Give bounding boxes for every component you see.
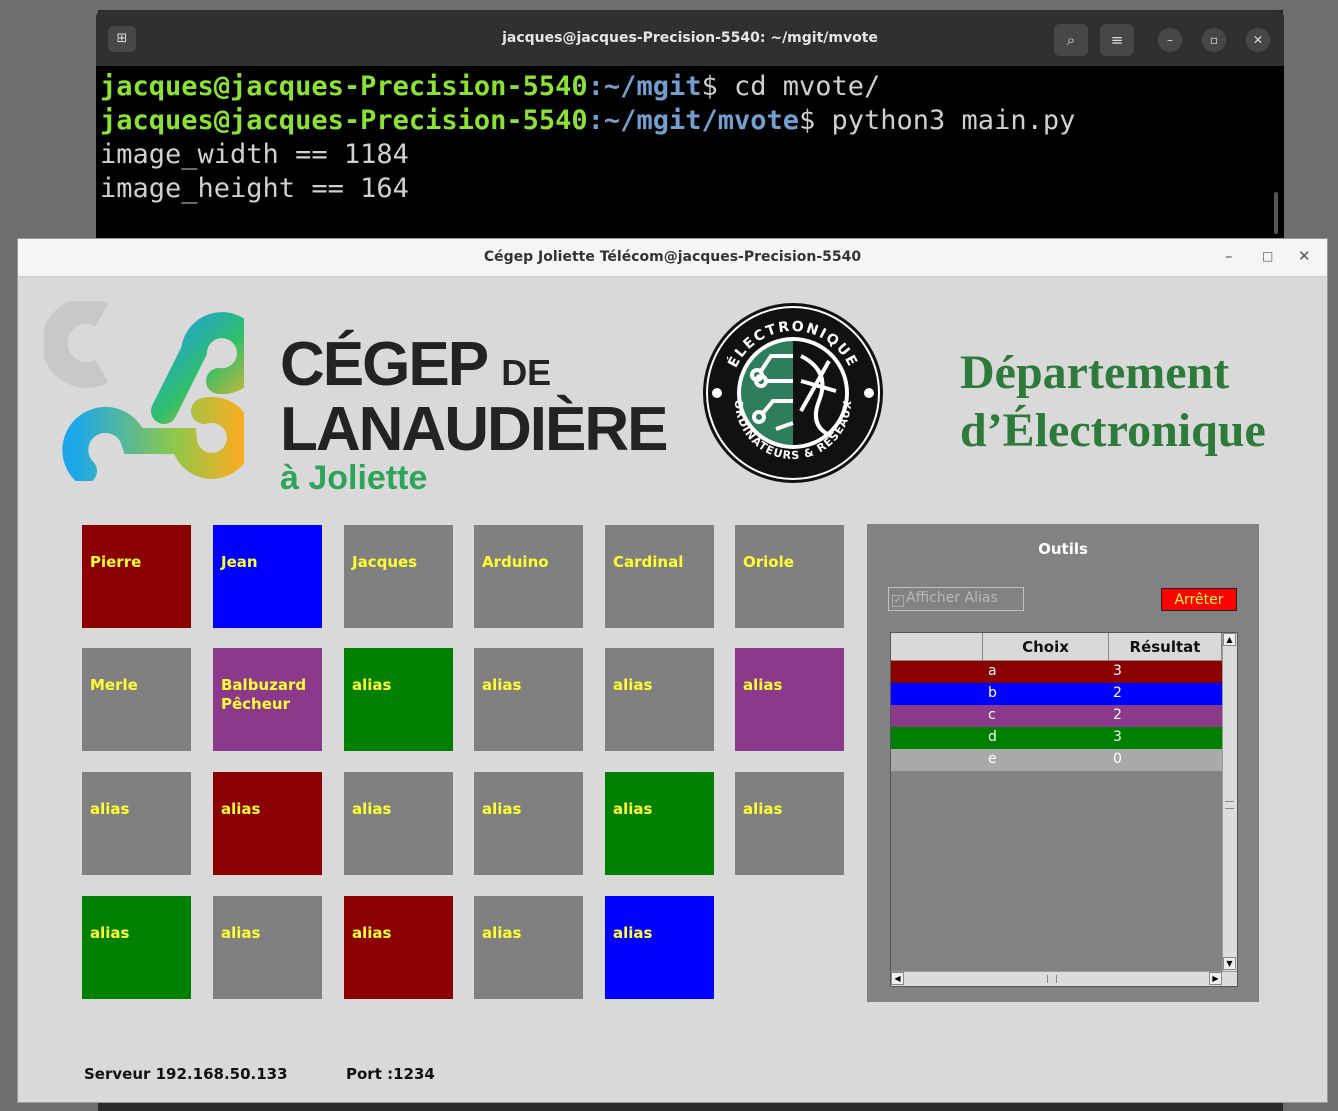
checkbox-checked-icon: ✓	[892, 595, 904, 607]
terminal-output-line: image_height == 164	[100, 173, 409, 204]
vote-tile[interactable]: Balbuzard Pêcheur	[213, 648, 322, 751]
server-address: Serveur 192.168.50.133	[84, 1065, 288, 1083]
scroll-down-icon[interactable]: ▼	[1223, 957, 1236, 970]
vote-tile[interactable]: Jean	[213, 525, 322, 628]
scroll-grip-icon[interactable]	[1047, 975, 1057, 983]
department-line-2: d’Électronique	[960, 404, 1266, 457]
vote-tile[interactable]: alias	[605, 772, 714, 875]
terminal-output-line: image_width == 1184	[100, 139, 409, 170]
prompt-command: $ python3 main.py	[799, 105, 1076, 136]
vote-tile[interactable]: alias	[213, 772, 322, 875]
table-row[interactable]: e0	[891, 749, 1222, 771]
table-row[interactable]: b2	[891, 683, 1222, 705]
column-header-choice[interactable]: Choix	[983, 633, 1109, 661]
show-alias-label: Afficher Alias	[906, 590, 998, 606]
vote-tile[interactable]: Arduino	[474, 525, 583, 628]
cell-choice: c	[988, 707, 996, 723]
cegep-wordmark: CÉGEP DE LANAUDIÈRE à Joliette	[280, 334, 668, 498]
vote-tile[interactable]: Merle	[82, 648, 191, 751]
cegep-campus: à Joliette	[280, 459, 428, 497]
app-title: Cégep Joliette Télécom@jacques-Precision…	[483, 249, 862, 265]
app-window[interactable]: Cégep Joliette Télécom@jacques-Precision…	[17, 238, 1328, 1103]
vote-tile[interactable]: alias	[474, 896, 583, 999]
vote-tile[interactable]: alias	[735, 648, 844, 751]
vote-tile[interactable]: alias	[605, 648, 714, 751]
cell-result: 3	[1113, 729, 1122, 745]
tools-panel: Outils ✓ Afficher Alias Arrêter Choix Rés…	[867, 524, 1259, 1002]
terminal-titlebar[interactable]: ⊞ jacques@jacques-Precision-5540: ~/mgit…	[96, 10, 1284, 66]
maximize-icon[interactable]: □	[1262, 249, 1273, 263]
horizontal-scrollbar[interactable]: ◀ ▶	[891, 971, 1237, 986]
results-table-header: Choix Résultat	[891, 633, 1222, 661]
desktop-background-top	[0, 0, 1338, 10]
table-row[interactable]: c2	[891, 705, 1222, 727]
terminal-output[interactable]: jacques@jacques-Precision-5540:~/mgit$ c…	[96, 66, 1284, 206]
vote-tile[interactable]: alias	[344, 648, 453, 751]
app-titlebar[interactable]: Cégep Joliette Télécom@jacques-Precision…	[18, 239, 1327, 277]
close-icon[interactable]: ✕	[1246, 28, 1270, 52]
electronique-badge-icon: ÉLECTRONIQUE ORDINATEURS & RÉSEAUX	[703, 303, 883, 483]
scroll-left-icon[interactable]: ◀	[891, 972, 904, 985]
cegep-title: CÉGEP	[280, 330, 488, 399]
search-icon[interactable]: ⌕	[1054, 24, 1088, 56]
table-row[interactable]: d3	[891, 727, 1222, 749]
scroll-up-icon[interactable]: ▲	[1223, 633, 1236, 646]
cell-choice: b	[988, 685, 997, 701]
cell-choice: a	[988, 663, 997, 679]
vote-tile[interactable]: alias	[474, 772, 583, 875]
vote-tile[interactable]: Cardinal	[605, 525, 714, 628]
cell-choice: e	[988, 751, 997, 767]
terminal-line-2: jacques@jacques-Precision-5540:~/mgit/mv…	[100, 104, 1284, 138]
scroll-right-icon[interactable]: ▶	[1209, 972, 1222, 985]
vote-tile[interactable]: alias	[82, 772, 191, 875]
prompt-command: $ cd mvote/	[701, 71, 881, 102]
cegep-region: LANAUDIÈRE	[280, 395, 668, 464]
vote-tile[interactable]: Pierre	[82, 525, 191, 628]
table-row[interactable]: a3	[891, 661, 1222, 683]
show-alias-checkbox[interactable]: ✓ Afficher Alias	[888, 587, 1024, 611]
terminal-window[interactable]: ⊞ jacques@jacques-Precision-5540: ~/mgit…	[96, 10, 1284, 250]
minimize-icon[interactable]: –	[1225, 247, 1233, 265]
maximize-icon[interactable]: ▫	[1202, 28, 1226, 52]
department-line-1: Département	[960, 346, 1230, 399]
column-header-result[interactable]: Résultat	[1109, 633, 1222, 661]
vote-tile[interactable]: Jacques	[344, 525, 453, 628]
vertical-scrollbar[interactable]: ▲ ▼	[1222, 633, 1237, 972]
vote-tile[interactable]: alias	[82, 896, 191, 999]
cell-result: 2	[1113, 707, 1122, 723]
vote-tile[interactable]: alias	[605, 896, 714, 999]
hamburger-menu-icon[interactable]: ≡	[1100, 24, 1134, 56]
prompt-path: :~/mgit	[587, 71, 702, 102]
cell-result: 0	[1113, 751, 1122, 767]
vote-tile[interactable]: alias	[474, 648, 583, 751]
cegep-de: DE	[501, 352, 552, 393]
vote-tile[interactable]: alias	[344, 896, 453, 999]
vote-tile[interactable]: alias	[735, 772, 844, 875]
cell-result: 3	[1113, 663, 1122, 679]
column-header-blank[interactable]	[891, 633, 983, 661]
terminal-scrollbar[interactable]	[1274, 192, 1278, 234]
prompt-user: jacques@jacques-Precision-5540	[100, 105, 588, 136]
vote-tile[interactable]: alias	[213, 896, 322, 999]
tools-title: Outils	[1038, 540, 1088, 558]
cell-result: 2	[1113, 685, 1122, 701]
prompt-user: jacques@jacques-Precision-5540	[100, 71, 588, 102]
close-icon[interactable]: ✕	[1298, 247, 1311, 265]
minimize-icon[interactable]: –	[1158, 28, 1182, 52]
cell-choice: d	[988, 729, 997, 745]
vote-tile[interactable]: Oriole	[735, 525, 844, 628]
scroll-grip-icon[interactable]	[1225, 801, 1234, 809]
server-port: Port :1234	[346, 1065, 435, 1083]
cegep-logo-icon	[44, 301, 244, 481]
results-table[interactable]: Choix Résultat a3b2c2d3e0 ▲ ▼ ◀ ▶	[890, 632, 1238, 987]
stop-button[interactable]: Arrêter	[1161, 588, 1237, 611]
vote-tile[interactable]: alias	[344, 772, 453, 875]
terminal-line-1: jacques@jacques-Precision-5540:~/mgit$ c…	[100, 70, 1284, 104]
prompt-path: :~/mgit/mvote	[587, 105, 799, 136]
department-title: Département d’Électronique	[960, 344, 1266, 460]
